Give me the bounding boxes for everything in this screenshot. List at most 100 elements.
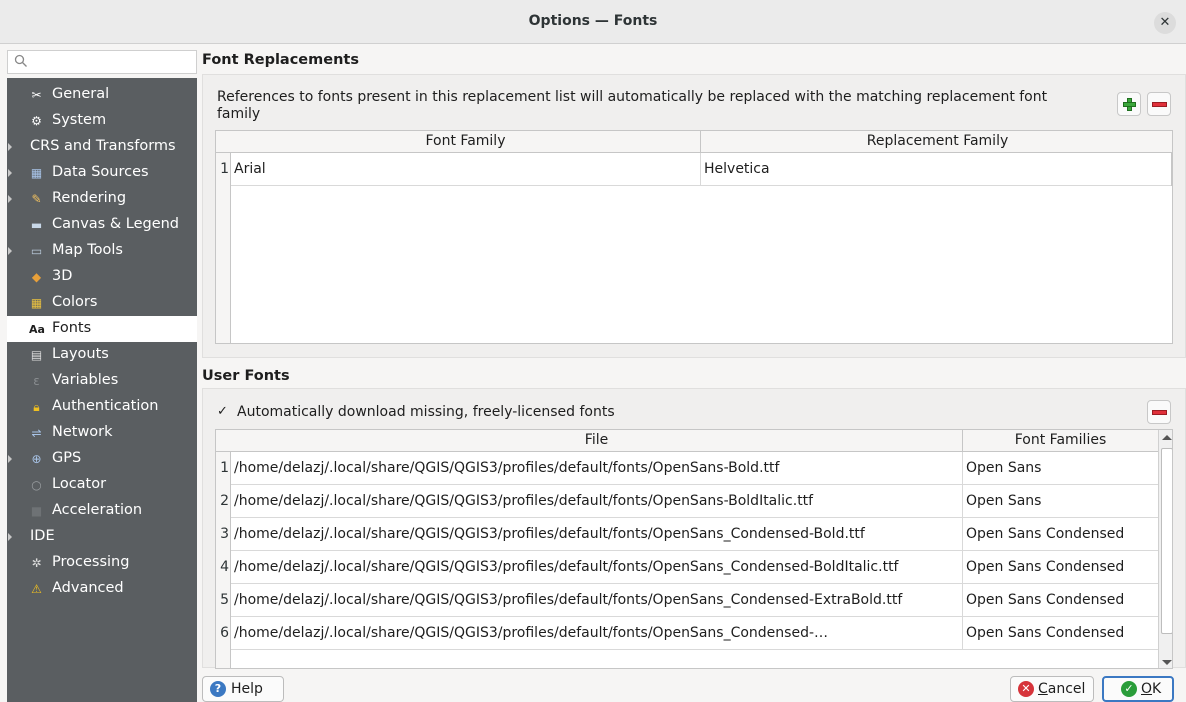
table-scrollbar[interactable] bbox=[1158, 430, 1172, 668]
auto-download-label[interactable]: Automatically download missing, freely-l… bbox=[237, 404, 615, 421]
sidebar-item-label: Rendering bbox=[52, 190, 127, 206]
user-fonts-table: File Font Families 1 /home/delazj/.local… bbox=[215, 429, 1173, 669]
sidebar-item-ide[interactable]: IDE bbox=[7, 524, 197, 550]
sidebar-item-label: IDE bbox=[30, 528, 55, 544]
font-family-cell[interactable]: Arial bbox=[231, 153, 701, 186]
sidebar-search-input[interactable] bbox=[7, 50, 197, 74]
table-row[interactable]: 5 /home/delazj/.local/share/QGIS/QGIS3/p… bbox=[216, 584, 1158, 617]
scroll-down-icon[interactable] bbox=[1162, 660, 1172, 665]
column-header-font-families[interactable]: Font Families bbox=[963, 430, 1158, 452]
sidebar-item-label: Canvas & Legend bbox=[52, 216, 180, 232]
replacement-family-cell[interactable]: Helvetica bbox=[701, 153, 1172, 186]
sidebar-item-label: Acceleration bbox=[52, 502, 143, 518]
table-row[interactable]: 6 /home/delazj/.local/share/QGIS/QGIS3/p… bbox=[216, 617, 1158, 650]
cancel-button-label: Cancel bbox=[1038, 681, 1086, 697]
add-replacement-button[interactable] bbox=[1117, 92, 1141, 116]
expand-arrow-icon[interactable] bbox=[8, 247, 12, 255]
processing-gear-icon: ✲ bbox=[31, 556, 42, 570]
sidebar-item-label: Colors bbox=[52, 294, 98, 310]
warning-icon: ⚠ bbox=[31, 582, 42, 596]
row-number: 5 bbox=[216, 584, 231, 617]
sidebar-item-layouts[interactable]: ▤ Layouts bbox=[7, 342, 197, 368]
sidebar-item-network[interactable]: ⇌ Network bbox=[7, 420, 197, 446]
font-families-cell[interactable]: Open Sans Condensed bbox=[963, 518, 1158, 551]
sidebar-item-locator[interactable]: ○ Locator bbox=[7, 472, 197, 498]
expand-arrow-icon[interactable] bbox=[8, 195, 12, 203]
sidebar-item-advanced[interactable]: ⚠ Advanced bbox=[7, 576, 197, 602]
user-fonts-title: User Fonts bbox=[202, 368, 290, 384]
options-sidebar: ✂ General ⚙ System CRS and Transforms ▦ … bbox=[7, 78, 197, 702]
sidebar-item-general[interactable]: ✂ General bbox=[7, 82, 197, 108]
sidebar-item-acceleration[interactable]: ■ Acceleration bbox=[7, 498, 197, 524]
expand-arrow-icon[interactable] bbox=[8, 455, 12, 463]
sidebar-item-fonts[interactable]: Aa Fonts bbox=[7, 316, 197, 342]
sidebar-item-label: Network bbox=[52, 424, 113, 440]
scroll-up-icon[interactable] bbox=[1162, 435, 1172, 440]
sidebar-item-label: Layouts bbox=[52, 346, 109, 362]
expand-arrow-icon[interactable] bbox=[8, 533, 12, 541]
sidebar-item-authentication[interactable]: 🔒︎ Authentication bbox=[7, 394, 197, 420]
sidebar-item-gps[interactable]: ⊕ GPS bbox=[7, 446, 197, 472]
table-header: File Font Families bbox=[216, 430, 1158, 452]
sidebar-item-label: 3D bbox=[52, 268, 73, 284]
colors-icon: ▦ bbox=[30, 296, 43, 310]
sidebar-item-crs-and-transforms[interactable]: CRS and Transforms bbox=[7, 134, 197, 160]
help-button[interactable]: ? Help bbox=[202, 676, 284, 702]
table-row-partial bbox=[216, 650, 1158, 668]
file-cell[interactable]: /home/delazj/.local/share/QGIS/QGIS3/pro… bbox=[231, 617, 963, 650]
sidebar-item-variables[interactable]: ε Variables bbox=[7, 368, 197, 394]
remove-icon bbox=[1152, 102, 1167, 107]
column-header-font-family[interactable]: Font Family bbox=[231, 131, 701, 153]
sidebar-item-3d[interactable]: ◆ 3D bbox=[7, 264, 197, 290]
table-row[interactable]: 4 /home/delazj/.local/share/QGIS/QGIS3/p… bbox=[216, 551, 1158, 584]
font-families-cell[interactable]: Open Sans Condensed bbox=[963, 617, 1158, 650]
expand-arrow-icon[interactable] bbox=[8, 143, 12, 151]
font-families-cell[interactable]: Open Sans bbox=[963, 485, 1158, 518]
sidebar-item-data-sources[interactable]: ▦ Data Sources bbox=[7, 160, 197, 186]
file-cell[interactable]: /home/delazj/.local/share/QGIS/QGIS3/pro… bbox=[231, 518, 963, 551]
table-row[interactable]: 1 /home/delazj/.local/share/QGIS/QGIS3/p… bbox=[216, 452, 1158, 485]
sidebar-item-map-tools[interactable]: ▭ Map Tools bbox=[7, 238, 197, 264]
user-fonts-panel: ✓ Automatically download missing, freely… bbox=[202, 388, 1186, 669]
sidebar-item-processing[interactable]: ✲ Processing bbox=[7, 550, 197, 576]
font-families-cell[interactable]: Open Sans Condensed bbox=[963, 584, 1158, 617]
font-replacements-panel: References to fonts present in this repl… bbox=[202, 74, 1186, 358]
file-cell[interactable]: /home/delazj/.local/share/QGIS/QGIS3/pro… bbox=[231, 584, 963, 617]
cube-3d-icon: ◆ bbox=[31, 270, 42, 284]
sidebar-item-system[interactable]: ⚙ System bbox=[7, 108, 197, 134]
file-cell[interactable]: /home/delazj/.local/share/QGIS/QGIS3/pro… bbox=[231, 485, 963, 518]
sidebar-item-label: Variables bbox=[52, 372, 119, 388]
file-cell[interactable]: /home/delazj/.local/share/QGIS/QGIS3/pro… bbox=[231, 551, 963, 584]
sidebar-item-label: CRS and Transforms bbox=[30, 138, 176, 154]
file-cell[interactable]: /home/delazj/.local/share/QGIS/QGIS3/pro… bbox=[231, 452, 963, 485]
auto-download-checkbox[interactable]: ✓ bbox=[217, 405, 231, 419]
expand-arrow-icon[interactable] bbox=[8, 169, 12, 177]
remove-user-font-button[interactable] bbox=[1147, 400, 1171, 424]
sidebar-item-colors[interactable]: ▦ Colors bbox=[7, 290, 197, 316]
remove-replacement-button[interactable] bbox=[1147, 92, 1171, 116]
window-title: Options — Fonts bbox=[528, 13, 658, 29]
table-row[interactable]: 1 Arial Helvetica bbox=[216, 153, 1172, 186]
locator-search-icon: ○ bbox=[31, 478, 42, 492]
column-header-file[interactable]: File bbox=[231, 430, 963, 452]
network-icon: ⇌ bbox=[31, 426, 42, 440]
cancel-button[interactable]: ✕ Cancel bbox=[1010, 676, 1094, 702]
close-icon[interactable]: ✕ bbox=[1154, 12, 1176, 34]
acceleration-icon: ■ bbox=[30, 504, 43, 518]
font-families-cell[interactable]: Open Sans bbox=[963, 452, 1158, 485]
table-row[interactable]: 3 /home/delazj/.local/share/QGIS/QGIS3/p… bbox=[216, 518, 1158, 551]
sidebar-item-canvas-legend[interactable]: ▬ Canvas & Legend bbox=[7, 212, 197, 238]
ok-button[interactable]: ✓ OK bbox=[1102, 676, 1174, 702]
sidebar-item-label: Fonts bbox=[52, 320, 92, 336]
canvas-icon: ▬ bbox=[30, 218, 43, 232]
table-row[interactable]: 2 /home/delazj/.local/share/QGIS/QGIS3/p… bbox=[216, 485, 1158, 518]
scrollbar-thumb[interactable] bbox=[1161, 448, 1172, 634]
sidebar-item-rendering[interactable]: ✎ Rendering bbox=[7, 186, 197, 212]
wrench-screwdriver-icon: ✂ bbox=[31, 88, 42, 102]
column-header-replacement-family[interactable]: Replacement Family bbox=[701, 131, 1172, 153]
font-families-cell[interactable]: Open Sans Condensed bbox=[963, 551, 1158, 584]
search-icon bbox=[14, 54, 27, 67]
sidebar-item-label: General bbox=[52, 86, 110, 102]
row-number: 1 bbox=[216, 153, 231, 186]
help-button-label: Help bbox=[231, 681, 263, 697]
